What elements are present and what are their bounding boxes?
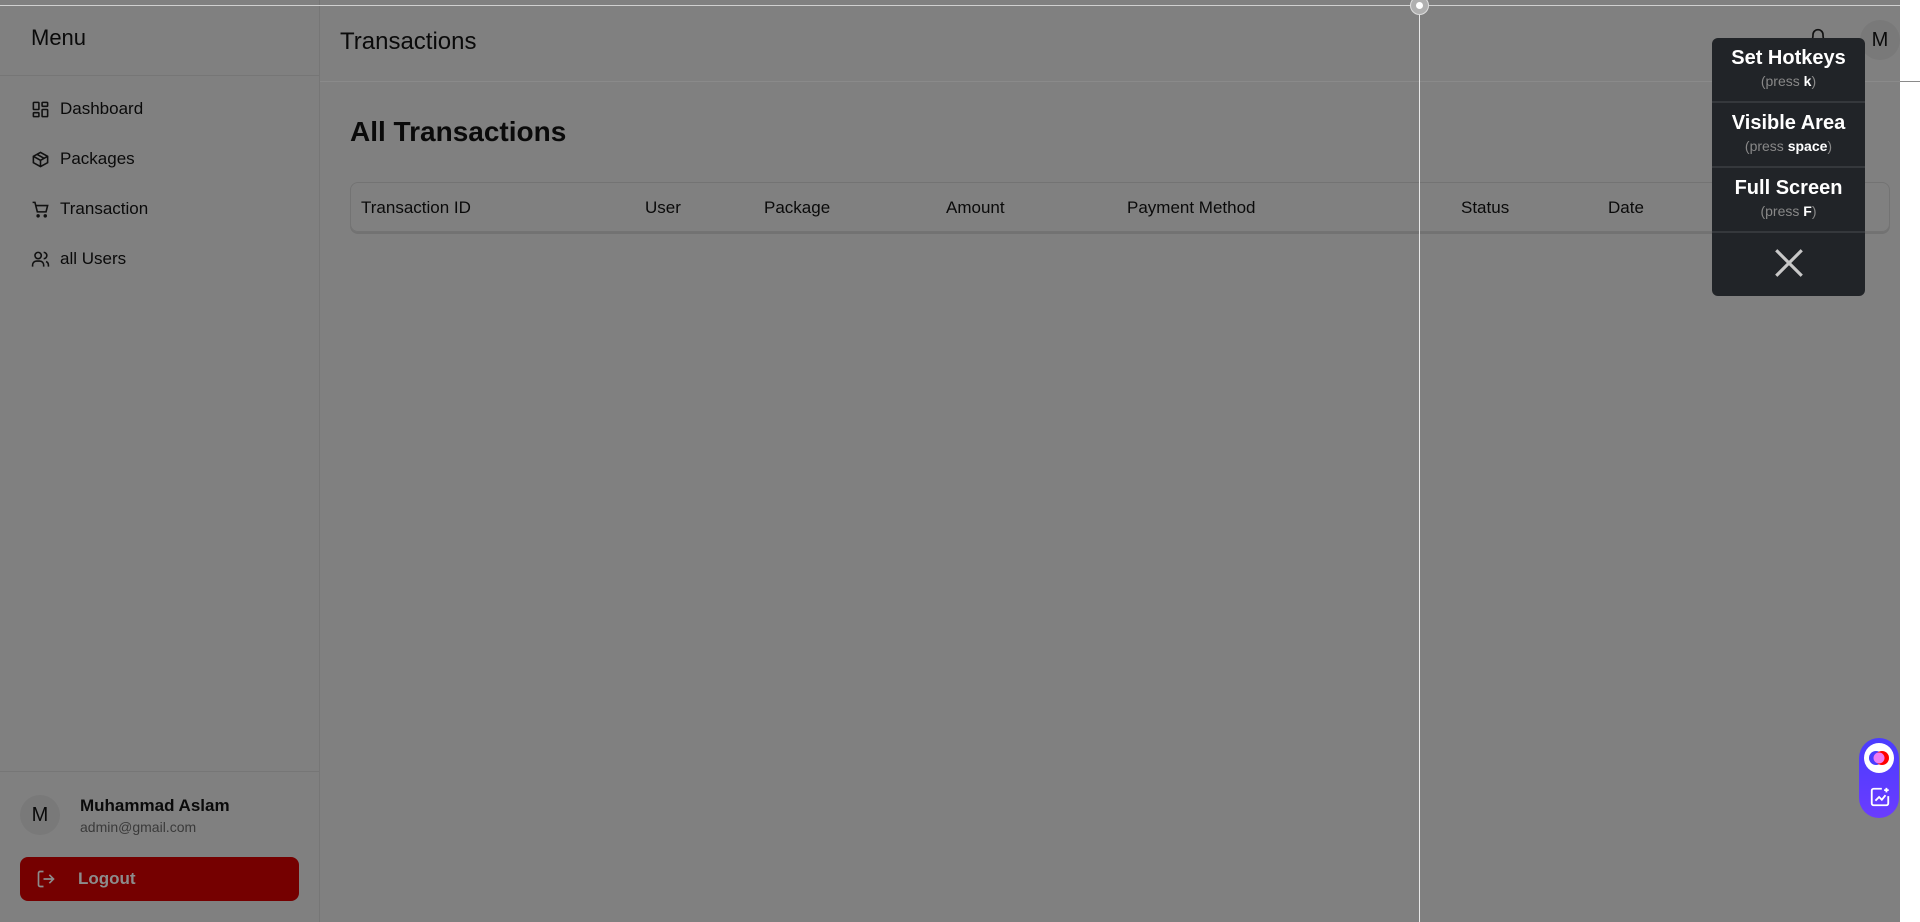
crosshair-vertical[interactable] — [1419, 0, 1420, 922]
users-icon — [31, 251, 50, 267]
header-avatar[interactable]: M — [1860, 20, 1900, 60]
header-title: Transactions — [340, 28, 477, 55]
column-header: Date — [1608, 198, 1644, 217]
cart-icon — [32, 201, 49, 218]
sidebar-title: Menu — [31, 25, 87, 50]
crosshair-horizontal — [0, 5, 1900, 6]
header-divider — [320, 81, 1920, 82]
close-button[interactable] — [1712, 233, 1865, 293]
page-overlay: Menu Dashboard Packages Transaction all … — [0, 0, 1900, 922]
sidebar-item-label: all Users — [60, 249, 127, 268]
column-header: Package — [764, 198, 831, 217]
column-header: Payment Method — [1127, 198, 1256, 217]
column-header: User — [645, 198, 681, 217]
logout-button[interactable]: Logout — [20, 857, 299, 901]
sidebar-item-transaction[interactable]: Transaction — [31, 199, 148, 219]
divider — [0, 75, 320, 76]
ai-chart-icon[interactable] — [1869, 786, 1891, 808]
assistant-widget[interactable] — [1859, 738, 1899, 818]
sidebar-item-dashboard[interactable]: Dashboard — [31, 99, 143, 119]
option-hint: (press k) — [1760, 73, 1817, 89]
sidebar-item-all-users[interactable]: all Users — [31, 249, 126, 269]
page-title: All Transactions — [350, 116, 567, 147]
option-hint: (press F) — [1760, 203, 1817, 219]
option-title: Visible Area — [1731, 112, 1846, 134]
user-email: admin@gmail.com — [80, 819, 197, 835]
visible-area-option[interactable]: Visible Area (press space) — [1712, 103, 1865, 168]
column-header: Amount — [946, 198, 1005, 217]
logout-icon — [37, 870, 55, 888]
dashboard-icon — [32, 101, 49, 117]
option-hint: (press space) — [1744, 138, 1833, 154]
column-header: Status — [1461, 198, 1510, 217]
option-title: Full Screen — [1734, 177, 1843, 199]
column-header: Transaction ID — [361, 198, 471, 217]
hotkey-popup: Set Hotkeys (press k) Visible Area (pres… — [1712, 38, 1865, 296]
sidebar-item-packages[interactable]: Packages — [31, 149, 135, 169]
sidebar: Menu Dashboard Packages Transaction all … — [0, 0, 320, 922]
user-avatar: M — [20, 795, 60, 835]
logout-label: Logout — [78, 869, 136, 888]
package-icon — [32, 150, 49, 168]
close-icon — [1774, 249, 1803, 277]
sidebar-item-label: Dashboard — [60, 99, 144, 118]
full-screen-option[interactable]: Full Screen (press F) — [1712, 168, 1865, 233]
sidebar-item-label: Transaction — [60, 199, 149, 218]
assistant-logo-icon[interactable] — [1863, 742, 1895, 774]
sidebar-item-label: Packages — [60, 149, 135, 168]
option-title: Set Hotkeys — [1731, 47, 1846, 69]
divider — [0, 771, 320, 772]
user-name: Muhammad Aslam — [80, 796, 230, 815]
transactions-table-header: Transaction ID User Package Amount Payme… — [350, 182, 1890, 232]
set-hotkeys-option[interactable]: Set Hotkeys (press k) — [1712, 38, 1865, 103]
